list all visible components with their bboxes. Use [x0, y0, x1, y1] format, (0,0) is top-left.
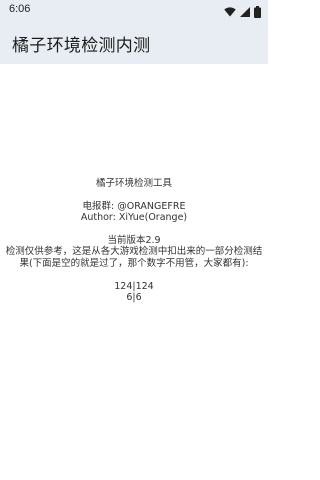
- status-bar: 6:06: [0, 0, 268, 24]
- status-time: 6:06: [9, 3, 31, 15]
- author: Author: XiYue(Orange): [80, 212, 188, 224]
- battery-icon: [254, 6, 261, 18]
- status-icons: [224, 5, 261, 19]
- navigation-bar: [0, 460, 268, 480]
- app-title: 橘子环境检测内测: [12, 36, 151, 56]
- signal-icon: [240, 7, 250, 17]
- wifi-icon: [224, 7, 236, 17]
- content-area: 橘子环境检测工具 电报群: @ORANGEFRE Author: XiYue(O…: [0, 64, 268, 460]
- tool-name: 橘子环境检测工具: [95, 178, 172, 189]
- report-group: 电报群: @ORANGEFRE: [82, 200, 186, 212]
- result-1: 124|124: [114, 280, 154, 292]
- app-bar: 橘子环境检测内测: [0, 24, 268, 64]
- version: 当前版本2.9: [107, 235, 161, 246]
- notice: 检测仅供参考，这是从各大游戏检测中扣出来的一部分检测结果(下面是空的就是过了，那…: [5, 246, 263, 269]
- result-2: 6|6: [126, 292, 142, 304]
- detection-info: 橘子环境检测工具 电报群: @ORANGEFRE Author: XiYue(O…: [4, 178, 264, 303]
